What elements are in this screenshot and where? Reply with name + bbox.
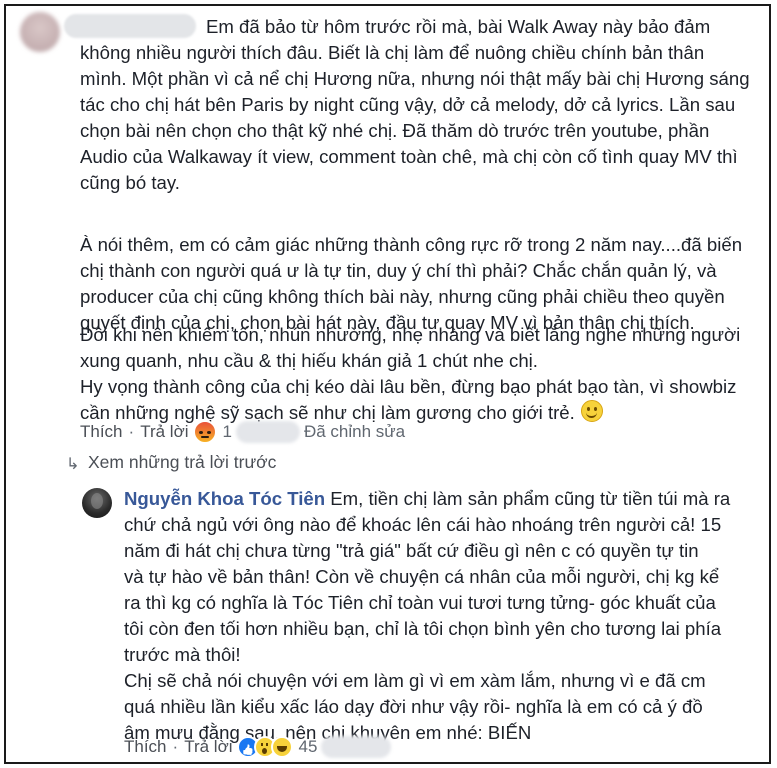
- reply-text-first: Em, tiền chị làm sản phẩm cũng từ tiền t…: [330, 488, 731, 509]
- text-line: Audio của Walkaway ít view, comment toàn…: [80, 146, 738, 167]
- text-line: cũng bó tay.: [80, 172, 180, 193]
- text-line: và tự hào về bản thân! Còn về chuyện cá …: [124, 566, 720, 587]
- comment-actions: Thích · Trả lời 1 Đã chỉnh sửa: [80, 420, 405, 444]
- blurred-region: [235, 421, 300, 443]
- text-line: Đôi khi nên khiêm tốn, nhún nhường, nhẹ …: [80, 324, 741, 345]
- comment-paragraph-1: Em đã bảo từ hôm trước rồi mà, bài Walk …: [206, 14, 710, 40]
- separator: ·: [172, 737, 179, 756]
- comment-paragraph-3: Đôi khi nên khiêm tốn, nhún nhường, nhẹ …: [80, 322, 740, 426]
- reaction-count[interactable]: 1: [223, 421, 232, 443]
- reply-arrow-icon: ↳: [66, 456, 80, 473]
- reply-author-avatar[interactable]: [82, 488, 112, 518]
- smile-emoji-icon: [580, 400, 603, 422]
- text-line: tác cho chị hát bên Paris by night cũng …: [80, 94, 736, 115]
- separator: ·: [128, 422, 135, 441]
- view-previous-replies-link[interactable]: Xem những trả lời trước: [88, 452, 276, 473]
- text-line: Hy vọng thành công của chị kéo dài lâu b…: [80, 376, 737, 397]
- reply-like-link[interactable]: Thích: [124, 736, 167, 758]
- angry-icon[interactable]: [192, 420, 217, 444]
- text-line: không nhiều người thích đâu. Biết là chị…: [80, 42, 705, 63]
- text-line: chứ chả ngủ với ông nào để khoác lên cái…: [124, 514, 722, 535]
- text-line: năm đi hát chị chưa từng "trả giá" bất c…: [124, 540, 699, 561]
- reply-first-line: Nguyễn Khoa Tóc Tiên Em, tiền chị làm sả…: [124, 486, 730, 512]
- commenter-avatar-blurred[interactable]: [20, 12, 60, 52]
- text-line: producer của chị cũng không thích bài nà…: [80, 286, 725, 307]
- comment-thread: Em đã bảo từ hôm trước rồi mà, bài Walk …: [4, 4, 771, 764]
- edited-label[interactable]: Đã chỉnh sửa: [304, 421, 405, 443]
- reply-actions: Thích · Trả lời 45: [124, 736, 395, 758]
- comment-paragraph-1-cont: không nhiều người thích đâu. Biết là chị…: [80, 40, 750, 196]
- reply-link[interactable]: Trả lời: [140, 421, 188, 443]
- text-line: chị thành con người quá ư là tự tin, duy…: [80, 260, 717, 281]
- text-line: trước mà thôi!: [124, 644, 241, 665]
- text-line: chọn bài nên chọn cho thật kỹ nhé chị. Đ…: [80, 120, 710, 141]
- text-line: À nói thêm, em có cảm giác những thành c…: [80, 234, 743, 255]
- reply-reaction-count[interactable]: 45: [299, 736, 318, 758]
- text-line: xung quanh, nhu cầu & thị hiếu khán giả …: [80, 350, 538, 371]
- reply-body: chứ chả ngủ với ông nào để khoác lên cái…: [124, 512, 721, 746]
- text-line: Chị sẽ chả nói chuyện với em làm gì vì e…: [124, 670, 706, 691]
- commenter-name-blurred[interactable]: [64, 14, 196, 38]
- text-line: ra thì kg có nghĩa là Tóc Tiên chỉ toàn …: [124, 592, 716, 613]
- haha-icon[interactable]: [270, 736, 293, 758]
- comment-paragraph-2: À nói thêm, em có cảm giác những thành c…: [80, 232, 742, 336]
- text-line: quá nhiều lần kiểu xấc láo dạy đời như v…: [124, 696, 703, 717]
- reply-reply-link[interactable]: Trả lời: [184, 736, 232, 758]
- reply-author-name[interactable]: Nguyễn Khoa Tóc Tiên: [124, 488, 325, 509]
- text-line: tôi còn đen tối hơn nhiều bạn, chỉ là tô…: [124, 618, 722, 639]
- text-line: mình. Một phần vì cả nể chị Hương nữa, n…: [80, 68, 750, 89]
- like-link[interactable]: Thích: [80, 421, 123, 443]
- text-line: Em đã bảo từ hôm trước rồi mà, bài Walk …: [206, 16, 711, 37]
- blurred-region: [321, 736, 392, 758]
